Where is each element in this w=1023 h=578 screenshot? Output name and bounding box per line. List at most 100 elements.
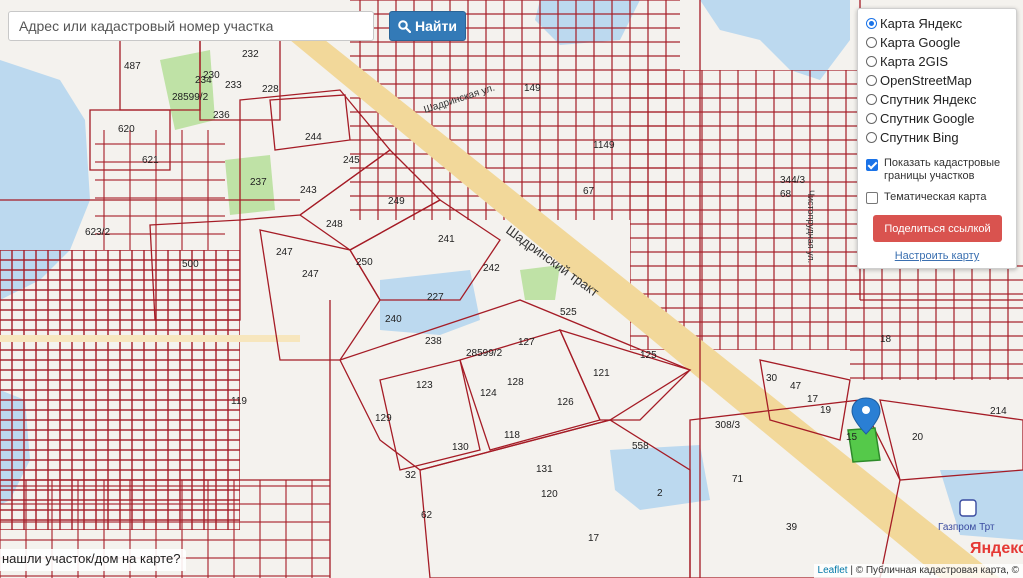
street-label-chistoprudnaya: Чистопрудная ул. [806,190,816,263]
parcel-number: 121 [593,368,610,379]
address-search-input[interactable] [8,11,374,41]
layer-label: Карта Google [880,35,961,50]
configure-map-link[interactable]: Настроить карту [858,250,1016,262]
parcel-number: 247 [276,247,293,258]
layer-label: Карта 2GIS [880,54,949,69]
parcel-number: 71 [732,474,744,485]
parcel-number: 131 [536,464,553,475]
search-icon [398,19,412,33]
gazprom-logo-icon [959,499,977,517]
layer-label: Спутник Google [880,111,975,126]
parcel-number: 18 [880,334,892,345]
layer-control-panel: Карта Яндекс Карта Google Карта 2GIS Ope… [857,8,1017,269]
layer-2gis-map[interactable]: Карта 2GIS [866,54,948,69]
layer-yandex-map[interactable]: Карта Яндекс [866,16,962,31]
yandex-logo: Яндекс [970,540,1023,557]
layer-google-map[interactable]: Карта Google [866,35,960,50]
parcel-number: 247 [302,269,319,280]
leaflet-link[interactable]: Leaflet [818,565,848,576]
share-link-button[interactable]: Поделиться ссылкой [873,215,1002,242]
radio-icon [866,113,877,124]
parcel-number: 15 [846,432,858,443]
layer-label: OpenStreetMap [880,73,972,88]
road-secondary [0,335,300,342]
radio-icon [866,18,877,29]
parcel-number: 47 [790,381,802,392]
parcel-number: 119 [231,396,247,407]
show-cadastral-checkbox[interactable] [866,159,878,171]
parcel-number: 126 [557,397,574,408]
parcel-number: 30 [766,373,778,384]
parcel-number: 214 [990,406,1007,417]
parcel-number: 623/2 [85,227,110,238]
help-link[interactable]: нашли участок/дом на карте? [0,549,187,571]
parcel-number: 308/3 [715,420,740,431]
radio-icon [866,37,877,48]
parcel-number: 32 [405,470,417,481]
parcel-number: 241 [438,234,455,245]
parcel-number: 240 [385,314,402,325]
parcel-number: 233 [225,80,242,91]
parcel-number: 558 [632,441,649,452]
parcel-number: 130 [452,442,469,453]
parcel-number: 250 [356,257,373,268]
radio-icon [866,94,877,105]
layer-openstreetmap[interactable]: OpenStreetMap [866,73,972,88]
layer-label: Спутник Bing [880,130,959,145]
parcel-number: 17 [588,533,600,544]
parcel-number: 149 [524,83,541,94]
parcel-number: 227 [427,292,444,303]
parcel-number: 19 [820,405,832,416]
layer-google-satellite[interactable]: Спутник Google [866,111,975,126]
share-link-label: Поделиться ссылкой [884,222,991,235]
parcel-number: 2 [657,488,663,499]
parcel-number: 20 [912,432,924,443]
parcel-number: 28599/2 [172,92,209,103]
parcel-number: 68 [780,189,792,200]
attribution-text: | © Публичная кадастровая карта, © [850,565,1019,576]
parcel-number: 62 [421,510,433,521]
radio-icon [866,132,877,143]
parcel-number: 28599/2 [466,348,503,359]
parcel-number: 120 [541,489,558,500]
block-far-right-grid [850,260,1023,380]
parcel-number: 237 [250,177,267,188]
parcel-number: 228 [262,84,279,95]
parcel-number: 124 [480,388,497,399]
parcel-number: 129 [375,413,392,424]
parcel-number: 620 [118,124,135,135]
parcel-number: 17 [807,394,819,405]
parcel-number: 234 [195,75,212,86]
layer-label: Карта Яндекс [880,16,963,31]
layer-label: Спутник Яндекс [880,92,977,107]
parcel-number: 248 [326,219,343,230]
parcel-number: 500 [182,259,199,270]
parcel-number: 127 [518,337,535,348]
parcel-number: 123 [416,380,433,391]
thematic-map-checkbox[interactable] [866,192,878,204]
radio-icon [866,56,877,67]
parcel-number: 242 [483,263,500,274]
parcel-number: 525 [560,307,577,318]
parcel-number: 118 [504,430,520,441]
layer-yandex-satellite[interactable]: Спутник Яндекс [866,92,976,107]
parcel-number: 487 [124,61,141,72]
parcel-number: 238 [425,336,442,347]
gazprom-label: Газпром Трт [938,522,995,533]
parcel-number: 236 [213,110,230,121]
parcel-number: 249 [388,196,405,207]
block-left-upper-grid [95,130,225,250]
parcel-number: 621 [142,155,159,166]
search-button[interactable]: Найти [389,11,466,41]
parcel-number: 1149 [593,140,615,151]
search-button-label: Найти [415,18,457,34]
radio-icon [866,75,877,86]
parcel-number: 243 [300,185,317,196]
map-attribution: Leaflet | © Публичная кадастровая карта,… [813,564,1023,578]
parcel-number: 245 [343,155,360,166]
parcel-number: 39 [786,522,798,533]
block-right-grid [630,70,860,350]
layer-bing-satellite[interactable]: Спутник Bing [866,130,959,145]
parcel-number: 125 [640,350,657,361]
parcel-number: 67 [583,186,595,197]
